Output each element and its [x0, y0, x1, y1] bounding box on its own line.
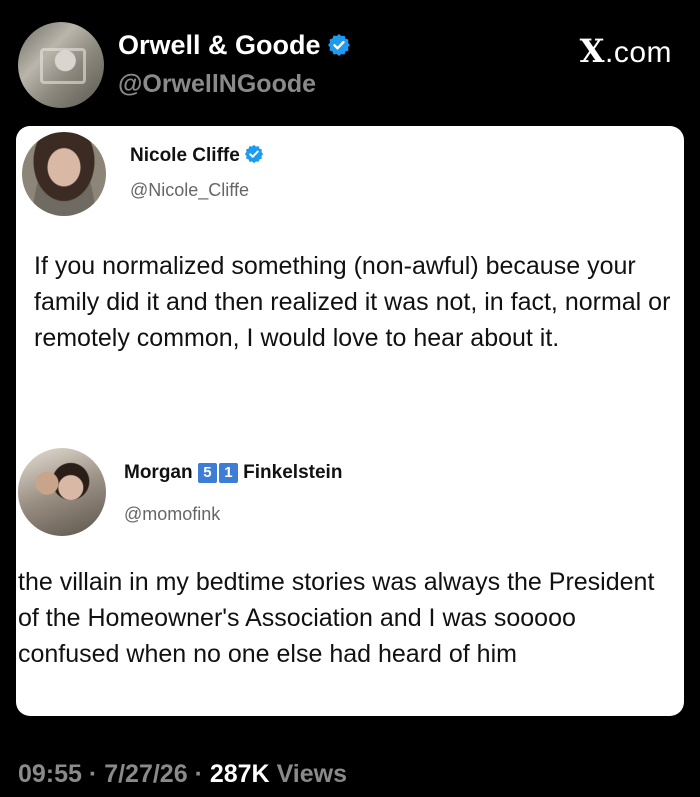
brand-domain: .com — [604, 36, 672, 69]
author-display-name[interactable]: Orwell & Goode — [118, 30, 321, 60]
author-avatar[interactable] — [18, 22, 104, 108]
meta-separator: · — [194, 760, 203, 788]
author-handle[interactable]: @OrwellNGoode — [118, 70, 316, 99]
quoted-tweet-text: If you normalized something (non-awful) … — [34, 252, 671, 352]
number-badge-5: 5 — [197, 463, 217, 483]
reply-author-first-name[interactable]: Morgan — [124, 462, 193, 483]
reply-author-last-name[interactable]: Finkelstein — [243, 462, 342, 483]
reply-tweet-text: the villain in my bedtime stories was al… — [18, 568, 655, 668]
reply-author-avatar[interactable] — [18, 448, 106, 536]
views-count[interactable]: 287K — [210, 760, 270, 788]
post-meta: 09:55 · 7/27/26 · 287K Views — [18, 760, 347, 789]
x-logo-icon: X — [579, 32, 605, 70]
meta-separator: · — [88, 760, 98, 788]
post-time[interactable]: 09:55 — [18, 760, 82, 788]
x-brand-logo: X.com — [580, 32, 672, 70]
views-label[interactable]: Views — [277, 760, 347, 788]
screenshot-card: Nicole Cliffe @Nicole_Cliffe If you norm… — [16, 126, 684, 716]
reply-author-handle[interactable]: @momofink — [124, 504, 220, 525]
post-date[interactable]: 7/27/26 — [104, 760, 187, 788]
verified-badge-icon — [327, 34, 350, 56]
quoted-author-name[interactable]: Nicole Cliffe — [130, 145, 240, 166]
post-header: Orwell & Goode @OrwellNGoode X.com — [18, 18, 682, 118]
number-badge-1: 1 — [218, 463, 238, 483]
quoted-author-avatar[interactable] — [22, 132, 106, 216]
quoted-author-handle[interactable]: @Nicole_Cliffe — [130, 180, 249, 201]
verified-badge-icon — [244, 144, 263, 164]
quoted-author-name-row[interactable]: Nicole Cliffe — [130, 144, 264, 167]
author-name-row[interactable]: Orwell & Goode — [118, 30, 351, 61]
reply-author-name-row[interactable]: Morgan 51 Finkelstein — [124, 462, 342, 484]
